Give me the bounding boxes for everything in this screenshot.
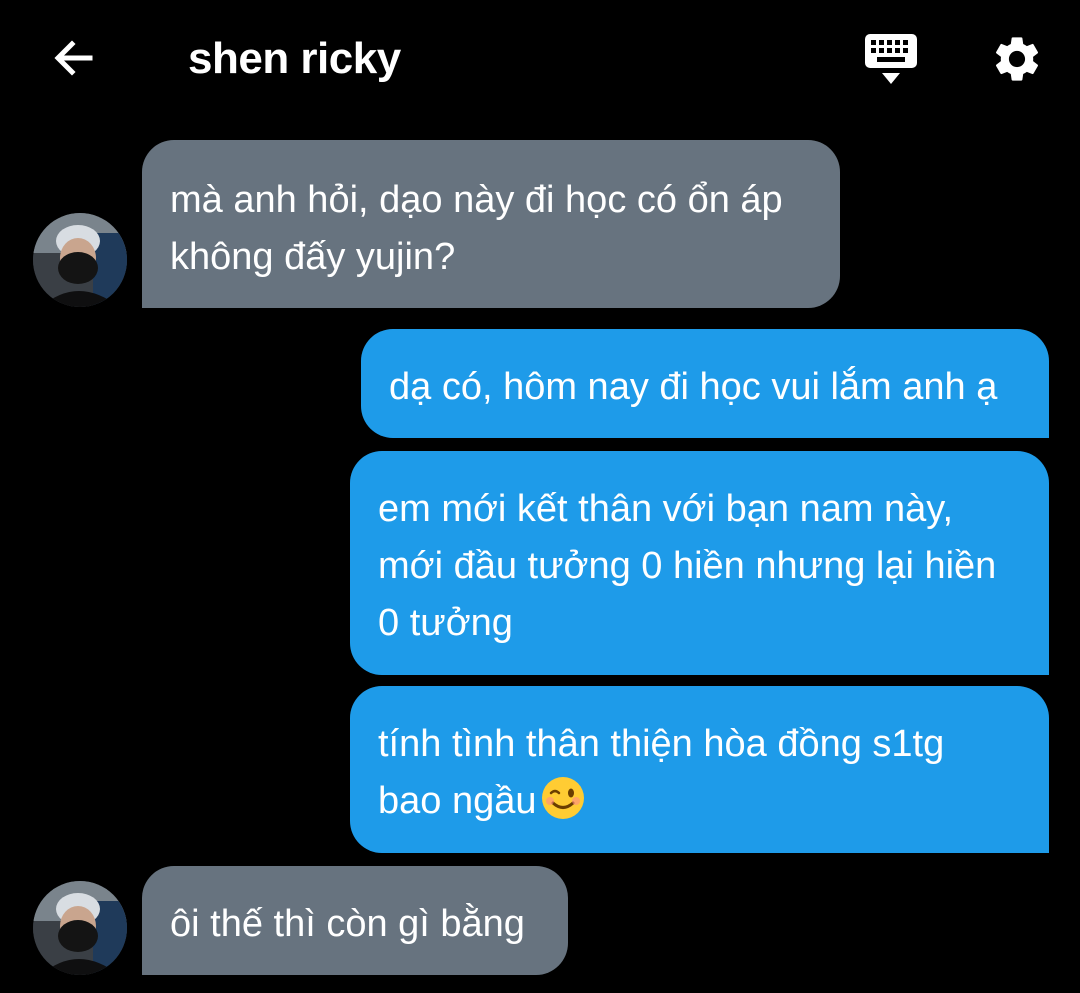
outgoing-message[interactable]: dạ có, hôm nay đi học vui lắm anh ạ xyxy=(361,329,1049,438)
message-line: dạ có, hôm nay đi học vui lắm anh ạ xyxy=(389,366,998,408)
profile-photo xyxy=(33,881,127,975)
message-line: tính tình thân thiện hòa đồng s1tg xyxy=(378,723,945,765)
gear-icon xyxy=(995,37,1039,81)
back-button[interactable] xyxy=(46,30,102,86)
message-line-with-emoji: bao ngầu xyxy=(378,773,1029,830)
message-line: không đấy yujin? xyxy=(170,236,456,278)
message-text: bao ngầu xyxy=(378,780,537,822)
message-line: 0 tưởng xyxy=(378,602,513,644)
message-line: mà anh hỏi, dạo này đi học có ổn áp xyxy=(170,179,783,221)
keyboard-button[interactable] xyxy=(860,28,922,90)
avatar[interactable] xyxy=(33,213,127,307)
winking-face-emoji xyxy=(541,777,584,819)
outgoing-message[interactable]: em mới kết thân với bạn nam này, mới đầu… xyxy=(350,451,1049,675)
avatar[interactable] xyxy=(33,881,127,975)
profile-photo xyxy=(33,213,127,307)
message-line: ôi thế thì còn gì bằng xyxy=(170,903,525,945)
message-line: mới đầu tưởng 0 hiền nhưng lại hiền xyxy=(378,545,997,587)
settings-button[interactable] xyxy=(986,28,1048,90)
keyboard-icon xyxy=(865,34,917,84)
message-line: em mới kết thân với bạn nam này, xyxy=(378,488,954,530)
chat-header: shen ricky xyxy=(0,0,1080,120)
contact-name: shen ricky xyxy=(188,34,401,83)
incoming-message[interactable]: mà anh hỏi, dạo này đi học có ổn áp khôn… xyxy=(142,140,840,308)
incoming-message[interactable]: ôi thế thì còn gì bằng xyxy=(142,866,568,975)
arrow-left-icon xyxy=(54,40,93,76)
outgoing-message[interactable]: tính tình thân thiện hòa đồng s1tg bao n… xyxy=(350,686,1049,853)
